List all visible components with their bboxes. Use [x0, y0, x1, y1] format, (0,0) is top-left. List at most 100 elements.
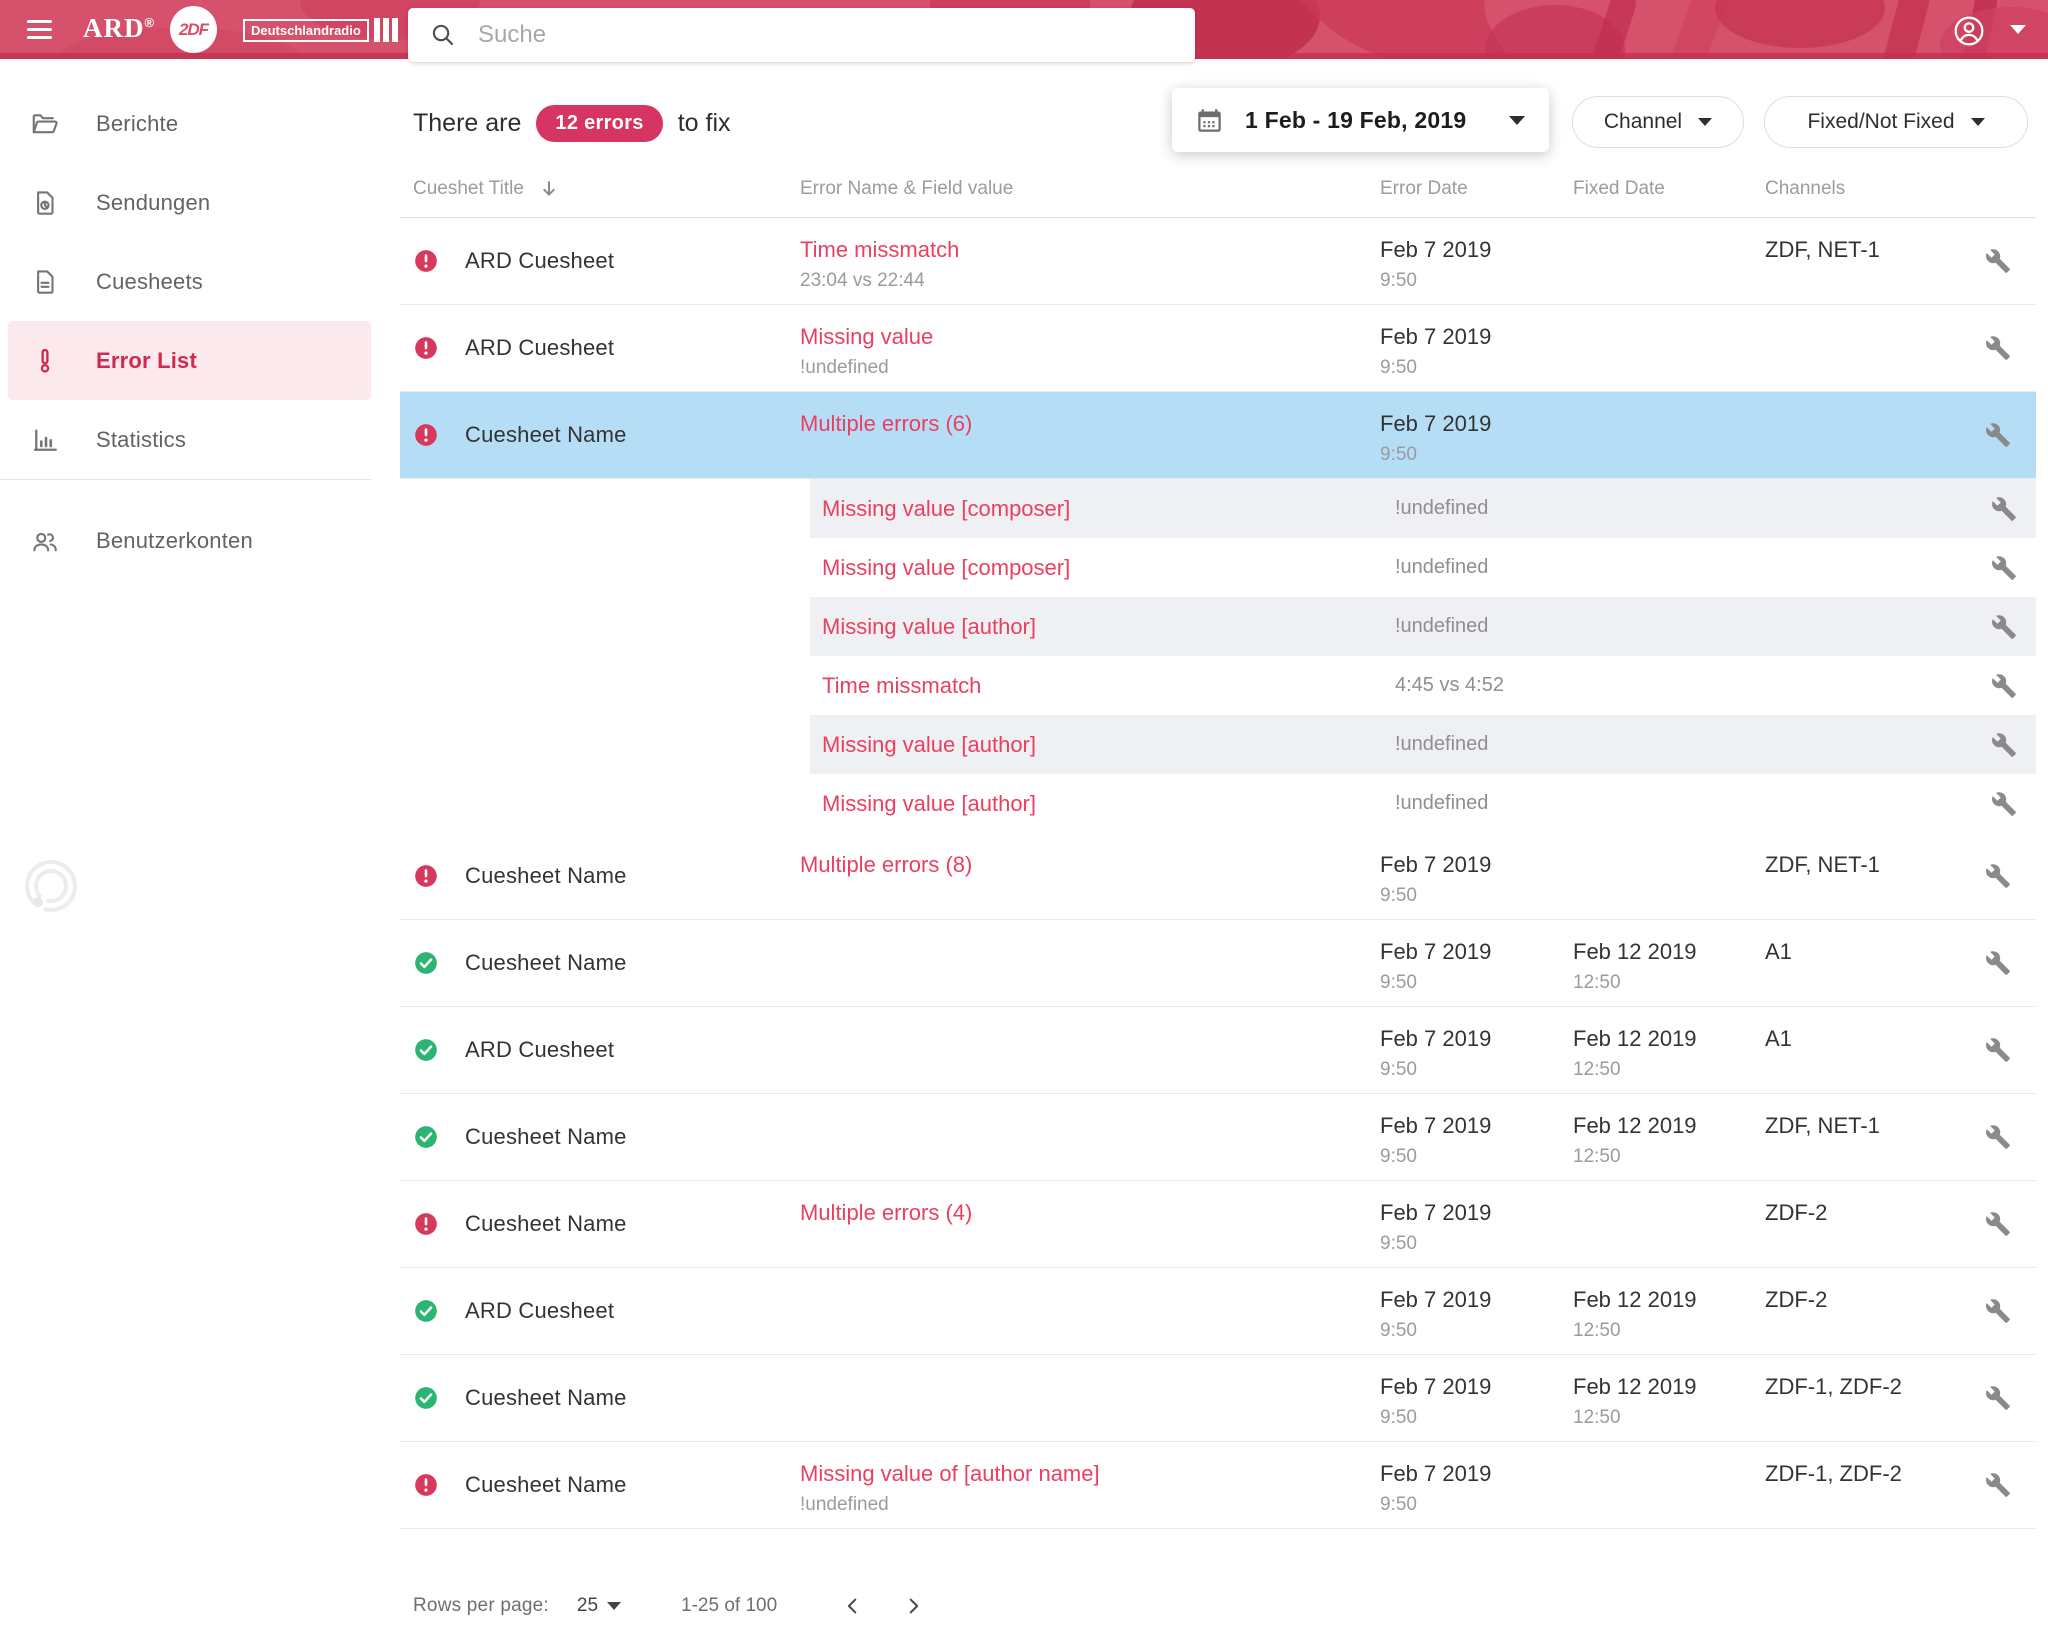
- sidebar-item-error-list[interactable]: Error List: [8, 321, 371, 400]
- account-caret-icon[interactable]: [2010, 25, 2026, 34]
- fixed-status-icon: [413, 1385, 439, 1411]
- fixed-time: 12:50: [1573, 1146, 1765, 1168]
- cuesheet-title: Cuesheet Name: [465, 1385, 627, 1411]
- fixed-filter-dropdown[interactable]: Fixed/Not Fixed: [1764, 96, 2028, 148]
- error-status-icon: [413, 422, 439, 448]
- error-date: Feb 7 2019: [1380, 1461, 1573, 1487]
- sub-error-row[interactable]: Missing value [author] !undefined: [400, 715, 2036, 774]
- channels-value: ZDF-1, ZDF-2: [1765, 1374, 1960, 1400]
- wrench-icon: [1985, 422, 2011, 448]
- error-date: Feb 7 2019: [1380, 852, 1573, 878]
- fix-wrench-button[interactable]: [1984, 548, 2024, 588]
- next-page-button[interactable]: [895, 1588, 931, 1624]
- column-header-fixed-date[interactable]: Fixed Date: [1573, 178, 1765, 200]
- wrench-icon: [1985, 1211, 2011, 1237]
- wrench-icon: [1985, 248, 2011, 274]
- table-row[interactable]: Cuesheet Name Multiple errors (8) Feb 7 …: [400, 833, 2036, 920]
- previous-page-button[interactable]: [835, 1588, 871, 1624]
- fix-wrench-button[interactable]: [1978, 415, 2018, 455]
- error-status-icon: [413, 863, 439, 889]
- summary-prefix: There are: [413, 109, 521, 138]
- sidebar-item-label: Berichte: [96, 111, 178, 137]
- fix-wrench-button[interactable]: [1978, 1204, 2018, 1244]
- fix-wrench-button[interactable]: [1978, 1378, 2018, 1418]
- date-range-picker[interactable]: 1 Feb - 19 Feb, 2019: [1172, 88, 1549, 152]
- exclamation-icon: [30, 346, 60, 376]
- fix-wrench-button[interactable]: [1978, 1465, 2018, 1505]
- sub-error-row[interactable]: Missing value [author] !undefined: [400, 774, 2036, 833]
- error-name: Multiple errors (6): [800, 411, 1380, 437]
- report-document-icon: [30, 188, 60, 218]
- sidebar-item-sendungen[interactable]: Sendungen: [8, 163, 371, 242]
- fix-wrench-button[interactable]: [1984, 607, 2024, 647]
- fix-wrench-button[interactable]: [1984, 489, 2024, 529]
- search-input[interactable]: [478, 21, 1158, 49]
- chevron-right-icon: [902, 1595, 924, 1617]
- fix-wrench-button[interactable]: [1978, 856, 2018, 896]
- error-time: 9:50: [1380, 885, 1573, 907]
- menu-icon[interactable]: [27, 17, 52, 42]
- error-status-icon: [413, 248, 439, 274]
- rows-per-page-select[interactable]: 25: [577, 1595, 621, 1617]
- search-bar: [408, 8, 1195, 62]
- calendar-icon: [1196, 107, 1223, 134]
- sidebar-item-berichte[interactable]: Berichte: [8, 84, 371, 163]
- fix-wrench-button[interactable]: [1978, 241, 2018, 281]
- table-row[interactable]: Cuesheet Name Multiple errors (6) Feb 7 …: [400, 392, 2036, 479]
- fixed-date: Feb 12 2019: [1573, 1287, 1765, 1313]
- fix-wrench-button[interactable]: [1984, 725, 2024, 765]
- column-header-channels[interactable]: Channels: [1765, 178, 1960, 200]
- error-time: 9:50: [1380, 1320, 1573, 1342]
- sidebar-item-statistics[interactable]: Statistics: [8, 400, 371, 479]
- error-time: 9:50: [1380, 1059, 1573, 1081]
- error-date: Feb 7 2019: [1380, 237, 1573, 263]
- fix-wrench-button[interactable]: [1978, 943, 2018, 983]
- sub-error-name: Missing value [composer]: [810, 555, 1070, 581]
- channel-filter-dropdown[interactable]: Channel: [1572, 96, 1744, 148]
- fix-wrench-button[interactable]: [1984, 666, 2024, 706]
- table-row[interactable]: Cuesheet Name Feb 7 2019 9:50 Feb 12 201…: [400, 1094, 2036, 1181]
- sub-error-value: !undefined: [1395, 497, 1488, 520]
- error-time: 9:50: [1380, 1233, 1573, 1255]
- table-row[interactable]: ARD Cuesheet Missing value !undefined Fe…: [400, 305, 2036, 392]
- fix-wrench-button[interactable]: [1978, 1291, 2018, 1331]
- main-content: There are 12 errors to fix 1 Feb - 19 Fe…: [380, 59, 2048, 1630]
- sub-error-row[interactable]: Missing value [composer] !undefined: [400, 479, 2036, 538]
- table-row[interactable]: Cuesheet Name Missing value of [author n…: [400, 1442, 2036, 1529]
- table-row[interactable]: Cuesheet Name Feb 7 2019 9:50 Feb 12 201…: [400, 1355, 2036, 1442]
- fix-wrench-button[interactable]: [1984, 784, 2024, 824]
- fix-wrench-button[interactable]: [1978, 1117, 2018, 1157]
- account-icon[interactable]: [1952, 14, 1986, 48]
- sidebar-item-cuesheets[interactable]: Cuesheets: [8, 242, 371, 321]
- sub-error-row[interactable]: Missing value [composer] !undefined: [400, 538, 2036, 597]
- channels-value: ZDF, NET-1: [1765, 237, 1960, 263]
- channels-value: ZDF, NET-1: [1765, 1113, 1960, 1139]
- wrench-icon: [1991, 791, 2017, 817]
- sub-error-row[interactable]: Missing value [author] !undefined: [400, 597, 2036, 656]
- sub-error-row[interactable]: Time missmatch 4:45 vs 4:52: [400, 656, 2036, 715]
- fixed-date: Feb 12 2019: [1573, 1374, 1765, 1400]
- column-label: Error Date: [1380, 178, 1468, 200]
- sidebar-item-label: Sendungen: [96, 190, 210, 216]
- table-row[interactable]: ARD Cuesheet Feb 7 2019 9:50 Feb 12 2019…: [400, 1007, 2036, 1094]
- fixed-time: 12:50: [1573, 1320, 1765, 1342]
- cuesheet-title: ARD Cuesheet: [465, 1298, 614, 1324]
- sidebar-item-benutzerkonten[interactable]: Benutzerkonten: [8, 501, 371, 580]
- table-row[interactable]: Cuesheet Name Multiple errors (4) Feb 7 …: [400, 1181, 2036, 1268]
- table-row[interactable]: ARD Cuesheet Time missmatch 23:04 vs 22:…: [400, 218, 2036, 305]
- fixed-status-icon: [413, 950, 439, 976]
- error-name: Multiple errors (8): [800, 852, 1380, 878]
- fix-wrench-button[interactable]: [1978, 328, 2018, 368]
- sidebar-item-label: Error List: [96, 348, 197, 374]
- column-header-error-date[interactable]: Error Date: [1380, 178, 1573, 200]
- channels-value: ZDF-2: [1765, 1200, 1960, 1226]
- column-header-cuesheet-title[interactable]: Cueshet Title: [400, 178, 800, 200]
- channels-value: A1: [1765, 939, 1960, 965]
- table-row[interactable]: ARD Cuesheet Feb 7 2019 9:50 Feb 12 2019…: [400, 1268, 2036, 1355]
- wrench-icon: [1985, 950, 2011, 976]
- document-icon: [30, 267, 60, 297]
- column-header-error-name[interactable]: Error Name & Field value: [800, 178, 1380, 200]
- table-row[interactable]: Cuesheet Name Feb 7 2019 9:50 Feb 12 201…: [400, 920, 2036, 1007]
- fix-wrench-button[interactable]: [1978, 1030, 2018, 1070]
- cuesheet-title: Cuesheet Name: [465, 863, 627, 889]
